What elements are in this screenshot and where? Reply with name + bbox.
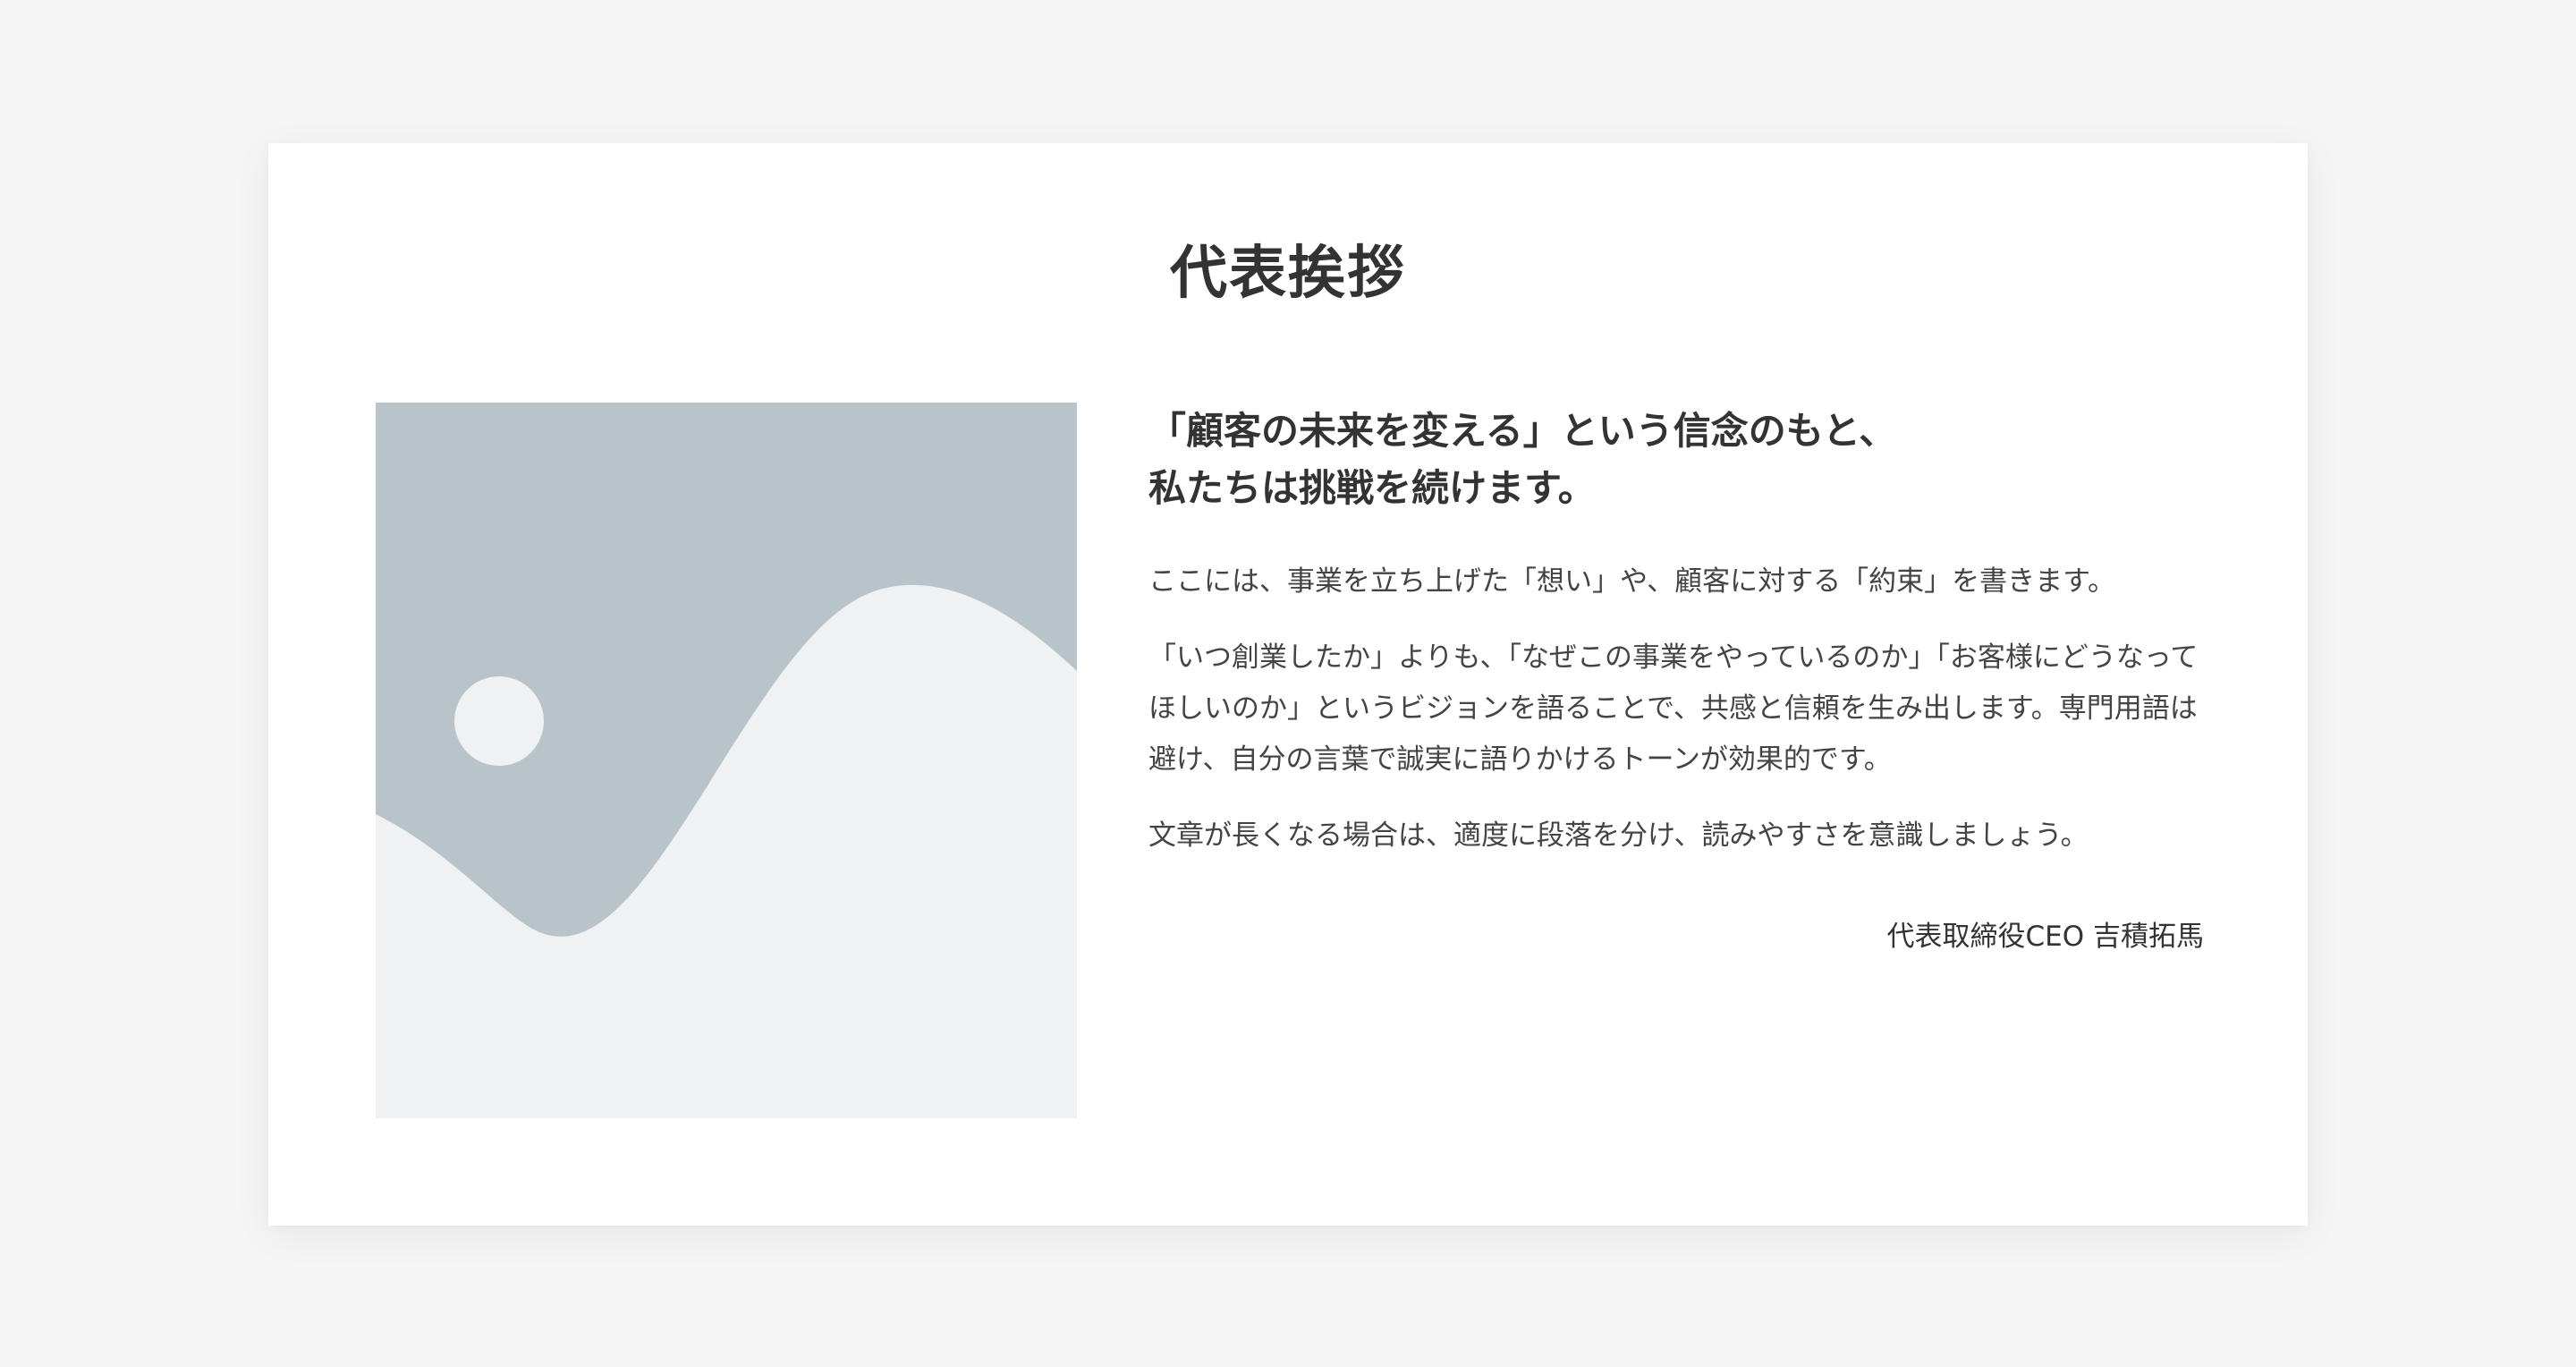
ceo-signature: 代表取締役CEO 吉積拓馬 bbox=[1886, 921, 2205, 953]
greeting-paragraph: 「いつ創業したか」よりも、「なぜこの事業をやっているのか」「お客様にどうなってほ… bbox=[1148, 641, 2199, 776]
greeting-lead: 「顧客の未来を変える」という信念のもと、 私たちは挑戦を続けます。 bbox=[1148, 403, 2204, 517]
image-placeholder-icon bbox=[376, 403, 1077, 1118]
ceo-photo-placeholder bbox=[376, 403, 1077, 1118]
lead-line: 私たちは挑戦を続けます。 bbox=[1148, 466, 1596, 510]
ceo-greeting-section: 代表挨拶 「顧客の未来を変える」という信念のもと、 私たちは挑戦を続けます。 こ… bbox=[268, 143, 2308, 1226]
section-title: 代表挨拶 bbox=[1170, 241, 1406, 307]
greeting-paragraph: ここには、事業を立ち上げた「想い」や、顧客に対する「約束」を書きます。 bbox=[1148, 565, 2115, 598]
greeting-paragraph: 文章が長くなる場合は、適度に段落を分け、読みやすさを意識しましょう。 bbox=[1148, 819, 2089, 852]
greeting-content: 「顧客の未来を変える」という信念のもと、 私たちは挑戦を続けます。 ここには、事… bbox=[1148, 403, 2204, 955]
lead-line: 「顧客の未来を変える」という信念のもと、 bbox=[1148, 409, 1897, 453]
